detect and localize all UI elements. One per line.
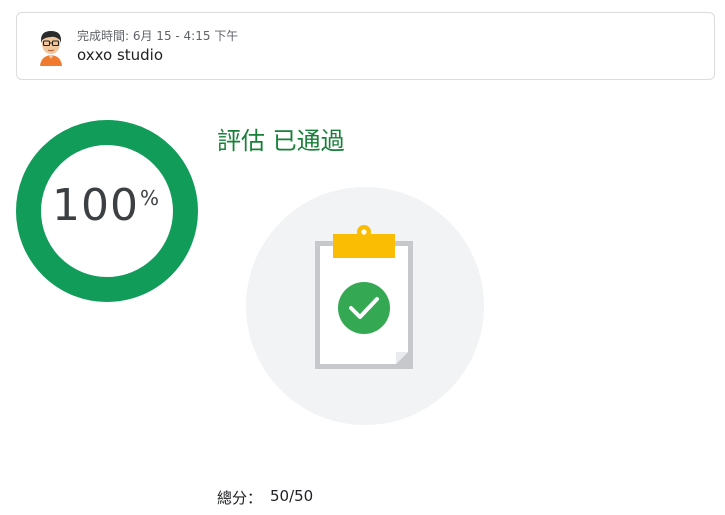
completion-time: 完成時間: 6月 15 - 4:15 下午 [77,29,239,43]
total-score-label: 總分： [217,489,263,507]
assessment-status-title: 評估 已通過 [217,127,345,155]
assessment-result-page: 完成時間: 6月 15 - 4:15 下午 oxxo studio 100 % … [0,0,725,515]
score-value: 100 [52,180,139,231]
submission-header-card: 完成時間: 6月 15 - 4:15 下午 oxxo studio [16,12,715,80]
user-name: oxxo studio [77,46,164,64]
score-percent-sign: % [140,186,160,210]
clipboard-check-icon [246,187,484,425]
user-avatar-icon [40,31,62,66]
total-score-value: 50/50 [270,487,314,505]
